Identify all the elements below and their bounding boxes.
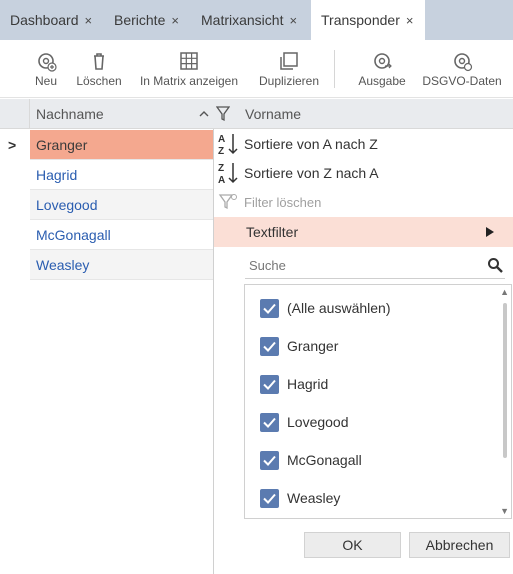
close-icon[interactable]: ×	[171, 13, 179, 28]
duplicate-label: Duplizieren	[258, 74, 320, 88]
tab-label: Transponder	[321, 12, 400, 28]
gdpr-icon	[454, 53, 473, 72]
close-icon[interactable]: ×	[85, 13, 93, 28]
filter-item-label: (Alle auswählen)	[287, 300, 391, 316]
close-icon[interactable]: ×	[406, 13, 414, 28]
filter-item-label: McGonagall	[287, 452, 362, 468]
submenu-arrow-icon	[486, 227, 494, 237]
show-in-matrix-button[interactable]: In Matrix anzeigen	[138, 40, 240, 98]
ok-button[interactable]: OK	[304, 532, 401, 558]
scroll-down-icon[interactable]: ▼	[500, 506, 509, 516]
vertical-scrollbar[interactable]	[503, 303, 507, 458]
cell-lastname: McGonagall	[36, 226, 111, 243]
menu-item-clear-filter[interactable]: Filter löschen	[214, 187, 513, 217]
menu-item-text-filter[interactable]: Textfilter	[214, 217, 513, 247]
table-row[interactable]: Granger	[30, 130, 213, 160]
clear-filter-label: Filter löschen	[244, 194, 322, 210]
output-label: Ausgabe	[358, 74, 406, 88]
filter-checkbox-item[interactable]: Lovegood	[260, 410, 349, 434]
cell-lastname: Lovegood	[36, 196, 98, 213]
sort-az-icon: A Z	[214, 132, 242, 156]
tab-bar: Dashboard × Berichte × Matrixansicht × T…	[0, 0, 513, 40]
toolbar: Neu Löschen In Matrix anzeigen Duplizier…	[0, 40, 513, 98]
tab-label: Matrixansicht	[201, 12, 284, 28]
trash-icon	[94, 53, 104, 70]
new-label: Neu	[34, 74, 57, 88]
checkbox-checked-icon[interactable]	[260, 336, 279, 356]
filter-icon[interactable]	[216, 106, 230, 122]
checkbox-checked-icon[interactable]	[260, 298, 279, 318]
output-button[interactable]: Ausgabe	[356, 40, 408, 98]
row-indicator-column	[0, 129, 30, 574]
tab-transponder[interactable]: Transponder ×	[311, 0, 425, 40]
filter-item-label: Hagrid	[287, 376, 329, 392]
column-header-label: Nachname	[36, 106, 104, 122]
duplicate-icon	[280, 52, 298, 70]
tab-dashboard[interactable]: Dashboard ×	[0, 0, 103, 40]
duplicate-button[interactable]: Duplizieren	[256, 40, 322, 98]
close-icon[interactable]: ×	[289, 13, 297, 28]
delete-button[interactable]: Löschen	[76, 40, 122, 98]
cancel-button[interactable]: Abbrechen	[409, 532, 510, 558]
cell-lastname: Granger	[36, 136, 88, 153]
checkbox-checked-icon[interactable]	[260, 450, 279, 470]
tab-berichte[interactable]: Berichte ×	[104, 0, 192, 40]
column-header-label: Vorname	[245, 106, 302, 122]
svg-text:A: A	[218, 134, 225, 145]
matrix-icon	[180, 52, 198, 70]
sort-za-icon: Z A	[214, 161, 242, 185]
checkbox-checked-icon[interactable]	[260, 374, 279, 394]
filter-checkbox-item[interactable]: Weasley	[260, 486, 340, 510]
tab-matrixansicht[interactable]: Matrixansicht ×	[191, 0, 311, 40]
column-filter-menu: A Z Sortiere von A nach Z Z A Sortiere v…	[213, 129, 513, 574]
output-icon	[374, 53, 392, 69]
table-row[interactable]: Lovegood	[30, 190, 213, 220]
filter-checkbox-item[interactable]: Granger	[260, 334, 338, 358]
search-placeholder: Suche	[249, 258, 286, 273]
svg-text:Z: Z	[218, 163, 224, 174]
gdpr-label: DSGVO-Daten	[422, 74, 502, 88]
filter-checkbox-item[interactable]: McGonagall	[260, 448, 362, 472]
table-row[interactable]: Hagrid	[30, 160, 213, 190]
new-button[interactable]: Neu	[28, 40, 64, 98]
menu-item-sort-desc[interactable]: Z A Sortiere von Z nach A	[214, 158, 513, 188]
text-filter-label: Textfilter	[246, 224, 299, 240]
checkbox-checked-icon[interactable]	[260, 488, 279, 508]
sort-asc-label: Sortiere von A nach Z	[244, 136, 378, 152]
tab-label: Dashboard	[10, 12, 79, 28]
filter-search-input[interactable]: Suche	[245, 253, 505, 279]
new-icon	[38, 53, 57, 72]
cell-lastname: Hagrid	[36, 166, 78, 183]
cell-lastname: Weasley	[36, 256, 90, 273]
matrix-label: In Matrix anzeigen	[139, 74, 239, 88]
sort-ascending-icon[interactable]	[199, 110, 209, 118]
scroll-up-icon[interactable]: ▲	[500, 287, 509, 297]
menu-item-sort-asc[interactable]: A Z Sortiere von A nach Z	[214, 129, 513, 159]
checkbox-checked-icon[interactable]	[260, 412, 279, 432]
clear-filter-icon	[214, 193, 242, 211]
filter-checkbox-select-all[interactable]: (Alle auswählen)	[260, 296, 391, 320]
column-header-lastname[interactable]: Nachname	[36, 99, 196, 129]
tab-label: Berichte	[114, 12, 166, 28]
filter-item-label: Weasley	[287, 490, 341, 506]
svg-text:A: A	[218, 175, 225, 185]
table-row[interactable]: Weasley	[30, 250, 213, 280]
filter-checkbox-item[interactable]: Hagrid	[260, 372, 328, 396]
table-row[interactable]: McGonagall	[30, 220, 213, 250]
search-icon	[488, 258, 503, 273]
svg-text:Z: Z	[218, 146, 224, 156]
filter-value-list: (Alle auswählen) Granger Hagrid Lovegood…	[244, 284, 512, 519]
filter-item-label: Granger	[287, 338, 339, 354]
grid-header: Nachname Vorname	[0, 99, 513, 129]
toolbar-divider	[334, 50, 335, 88]
filter-item-label: Lovegood	[287, 414, 349, 430]
column-header-firstname[interactable]: Vorname	[245, 99, 505, 129]
row-indicator-header	[0, 99, 30, 129]
sort-desc-label: Sortiere von Z nach A	[244, 165, 379, 181]
current-row-indicator: >	[8, 137, 17, 153]
gdpr-data-button[interactable]: DSGVO-Daten	[422, 40, 502, 98]
delete-label: Löschen	[76, 74, 122, 88]
